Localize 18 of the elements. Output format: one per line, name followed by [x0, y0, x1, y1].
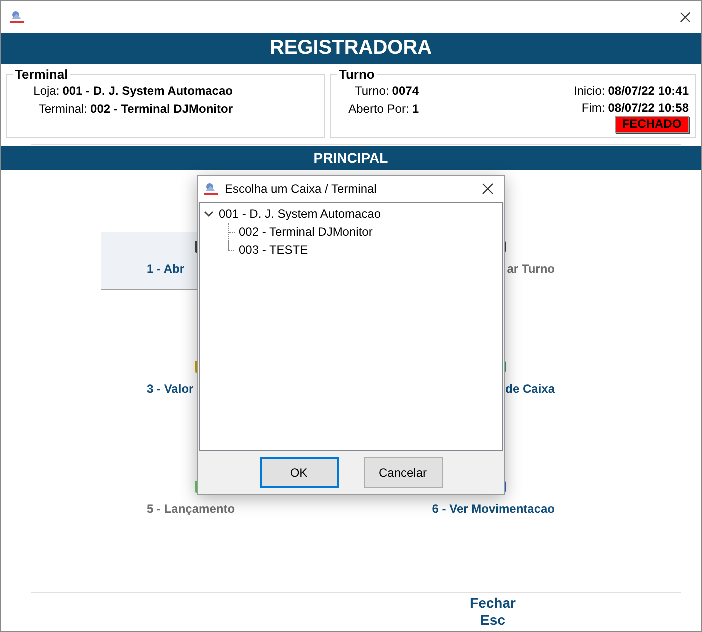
- group-title: Terminal: [14, 67, 70, 82]
- window-title: REGISTRADORA: [1, 33, 701, 64]
- field-label: Aberto Por:: [348, 102, 410, 116]
- section-title: PRINCIPAL: [1, 146, 701, 170]
- field-value: 001 - D. J. System Automacao: [62, 84, 233, 98]
- dialog-title: Escolha um Caixa / Terminal: [225, 182, 378, 196]
- field-value: 1: [412, 102, 419, 116]
- field-label: Terminal:: [38, 102, 88, 116]
- status-badge: FECHADO: [615, 116, 689, 133]
- field-value: 0074: [392, 84, 419, 98]
- field-value: 002 - Terminal DJMonitor: [90, 102, 233, 116]
- field-value: 08/07/22 10:58: [608, 100, 689, 114]
- field-label: Turno:: [355, 84, 390, 98]
- field-label: Fim:: [582, 100, 606, 114]
- field-value: 08/07/22 10:41: [608, 84, 689, 98]
- field-label: Loja:: [34, 84, 60, 98]
- field-label: Inicio:: [574, 84, 606, 98]
- group-title: Turno: [338, 67, 376, 82]
